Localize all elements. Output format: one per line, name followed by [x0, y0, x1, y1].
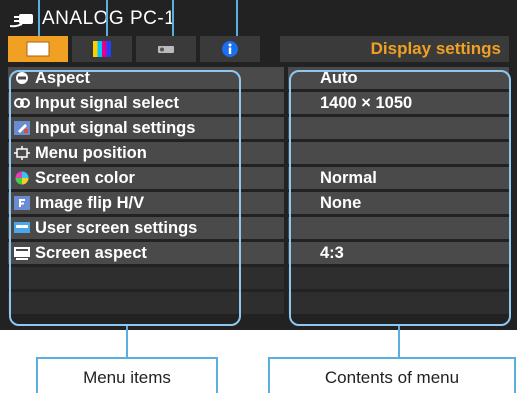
- menu-contents-bracket: [268, 357, 516, 359]
- display-settings-icon: [26, 41, 50, 57]
- tab-color[interactable]: [72, 36, 132, 62]
- menu-items-caption: Menu items: [83, 368, 171, 387]
- menu-items-bracket: [126, 326, 128, 358]
- menu-items-bracket: [36, 357, 218, 359]
- tab-setup[interactable]: [136, 36, 196, 62]
- title-bar: ANALOG PC-1: [10, 4, 175, 34]
- tab-callout-line: [106, 0, 108, 36]
- color-bars-icon: [93, 41, 111, 57]
- tab-info[interactable]: [200, 36, 260, 62]
- tab-callout-line: [38, 0, 40, 36]
- tab-callout-line: [236, 0, 238, 36]
- menu-contents-caption: Contents of menu: [324, 368, 460, 387]
- tab-display-settings[interactable]: [8, 36, 68, 62]
- menu-items-frame: [9, 70, 241, 326]
- menu-contents-bracket: [514, 357, 516, 393]
- plug-icon: [10, 14, 33, 28]
- menu-title: Display settings: [280, 36, 509, 62]
- tab-callout-line: [172, 0, 174, 36]
- tab-bar: Display settings: [8, 36, 509, 62]
- info-icon: [222, 41, 238, 57]
- menu-contents-frame: [289, 70, 511, 326]
- menu-items-bracket: [216, 357, 218, 393]
- menu-contents-bracket: [398, 326, 400, 358]
- input-source-name: ANALOG PC-1: [42, 8, 176, 29]
- projector-icon: [158, 46, 174, 53]
